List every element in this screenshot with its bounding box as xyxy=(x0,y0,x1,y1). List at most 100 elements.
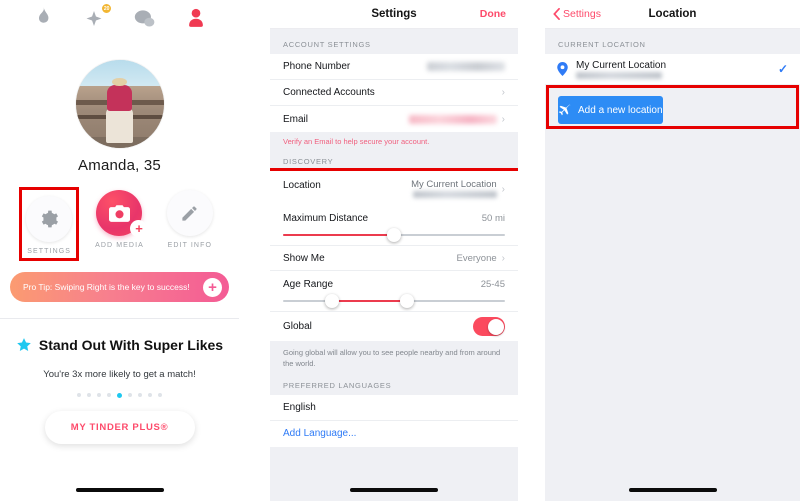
row-add-language[interactable]: Add Language... xyxy=(270,420,518,447)
add-media-plus-icon: + xyxy=(130,220,148,237)
profile-screen: 20 Amanda, 35 SETTINGS + ADD MEDIA EDIT … xyxy=(0,0,239,501)
settings-label: SETTINGS xyxy=(27,248,72,255)
pro-tip-plus-icon[interactable]: + xyxy=(203,277,222,297)
slider-track xyxy=(283,228,505,242)
slider-thumb[interactable] xyxy=(387,228,401,242)
add-new-location-label: Add a new location xyxy=(578,104,663,116)
avatar-photo-person-hat xyxy=(112,77,127,86)
back-label: Settings xyxy=(563,8,601,20)
preferred-languages-group: English Add Language... xyxy=(270,394,518,447)
row-value: 50 mi xyxy=(481,212,505,224)
sparkle-star-icon xyxy=(86,10,102,26)
section-header-current-location: CURRENT LOCATION xyxy=(558,40,646,49)
pencil-icon-circle xyxy=(166,190,213,236)
done-button[interactable]: Done xyxy=(480,8,506,20)
row-email[interactable]: Email › xyxy=(270,106,518,132)
show-me-value: Everyone xyxy=(456,252,497,264)
location-value-stack: My Current Location xyxy=(411,179,497,198)
row-connected-accounts[interactable]: Connected Accounts › xyxy=(270,80,518,106)
screenshot-stage: 20 Amanda, 35 SETTINGS + ADD MEDIA EDIT … xyxy=(0,0,800,501)
global-description: Going global will allow you to see peopl… xyxy=(270,341,518,379)
tab-discover[interactable] xyxy=(30,5,56,31)
range-thumb-high[interactable] xyxy=(400,294,415,308)
row-value: › xyxy=(502,87,505,98)
current-location-texts: My Current Location xyxy=(576,60,770,79)
carousel-dot[interactable] xyxy=(77,393,81,397)
toggle-knob xyxy=(487,318,504,335)
maximum-distance-slider[interactable] xyxy=(270,228,518,245)
my-tinder-plus-button[interactable]: MY TINDER PLUS® xyxy=(44,411,195,444)
bottom-tab-bar: 20 xyxy=(0,0,239,36)
chevron-right-icon: › xyxy=(501,252,505,264)
chevron-right-icon: › xyxy=(501,87,505,98)
carousel-dot[interactable] xyxy=(97,393,101,397)
avatar[interactable] xyxy=(75,60,164,148)
carousel-dot-active[interactable] xyxy=(117,393,122,398)
pro-tip-text: Pro Tip: Swiping Right is the key to suc… xyxy=(23,282,190,292)
redacted-location-subtitle xyxy=(412,191,497,198)
row-value: › xyxy=(408,114,505,125)
settings-navbar: Settings Done xyxy=(270,0,518,29)
global-toggle[interactable] xyxy=(473,317,505,336)
row-my-current-location[interactable]: My Current Location ✓ xyxy=(545,54,800,84)
edit-info-button[interactable]: EDIT INFO xyxy=(155,190,225,249)
profile-name: Amanda, 35 xyxy=(78,157,161,174)
tab-messages[interactable] xyxy=(132,5,158,31)
tab-profile[interactable] xyxy=(183,5,209,31)
chevron-right-icon: › xyxy=(501,184,505,195)
chat-bubbles-icon xyxy=(135,9,155,26)
avatar-photo-person-top xyxy=(107,84,132,112)
age-range-slider[interactable] xyxy=(270,294,518,311)
row-value: 25-45 xyxy=(480,278,505,290)
add-language-link[interactable]: Add Language... xyxy=(283,428,356,439)
settings-action-wrapper: SETTINGS xyxy=(14,187,84,261)
row-phone-number[interactable]: Phone Number xyxy=(270,54,518,80)
redacted-current-location-subtitle xyxy=(576,71,662,79)
row-age-range[interactable]: Age Range 25-45 xyxy=(270,271,518,297)
location-screen: Settings Location CURRENT LOCATION My Cu… xyxy=(545,0,800,501)
row-value: My Current Location › xyxy=(411,175,505,198)
row-label: Phone Number xyxy=(283,61,351,72)
carousel-dot[interactable] xyxy=(148,393,152,397)
row-label: Connected Accounts xyxy=(283,87,375,98)
home-indicator xyxy=(628,488,717,492)
home-indicator xyxy=(75,488,164,492)
carousel-dot[interactable] xyxy=(128,393,132,397)
super-likes-promo: Stand Out With Super Likes You're 3x mor… xyxy=(0,318,239,444)
range-thumb-low[interactable] xyxy=(324,294,339,308)
home-indicator xyxy=(350,488,438,492)
promo-title: Stand Out With Super Likes xyxy=(38,337,224,353)
section-header-discovery: DISCOVERY xyxy=(283,157,334,166)
add-location-highlight: Add a new location xyxy=(546,85,799,129)
pencil-icon xyxy=(182,205,197,221)
promo-subtitle: You're 3x more likely to get a match! xyxy=(43,369,196,380)
back-to-settings-button[interactable]: Settings xyxy=(553,8,601,20)
carousel-dot[interactable] xyxy=(107,393,111,397)
settings-scroll-area[interactable]: ACCOUNT SETTINGS Phone Number Connected … xyxy=(270,29,518,501)
add-media-label: ADD MEDIA xyxy=(95,242,144,249)
current-location-title: My Current Location xyxy=(576,59,667,71)
row-location[interactable]: Location My Current Location › xyxy=(270,171,518,205)
add-new-location-button[interactable]: Add a new location xyxy=(558,96,663,124)
row-label: Show Me xyxy=(283,252,325,264)
slider-fill xyxy=(283,234,394,236)
row-label: Location xyxy=(283,180,321,191)
row-english[interactable]: English xyxy=(270,394,518,421)
location-row-highlight: Location My Current Location › xyxy=(270,168,518,208)
add-media-button[interactable]: + ADD MEDIA xyxy=(84,190,154,249)
carousel-dot[interactable] xyxy=(158,393,162,397)
carousel-dot[interactable] xyxy=(138,393,142,397)
tab-top-picks[interactable]: 20 xyxy=(81,3,113,31)
section-header-account: ACCOUNT SETTINGS xyxy=(283,40,371,49)
row-global[interactable]: Global xyxy=(270,311,518,341)
row-show-me[interactable]: Show Me Everyone › xyxy=(270,245,518,271)
pro-tip-banner[interactable]: Pro Tip: Swiping Right is the key to suc… xyxy=(10,272,229,302)
profile-actions: SETTINGS + ADD MEDIA EDIT INFO xyxy=(0,187,239,261)
settings-screen: Settings Done ACCOUNT SETTINGS Phone Num… xyxy=(270,0,518,501)
carousel-dots[interactable] xyxy=(77,393,162,398)
carousel-dot[interactable] xyxy=(87,393,91,397)
settings-button[interactable]: SETTINGS xyxy=(19,187,80,261)
row-label: Global xyxy=(283,321,312,332)
row-label: Maximum Distance xyxy=(283,212,369,224)
section-header-languages: PREFERRED LANGUAGES xyxy=(283,380,392,390)
